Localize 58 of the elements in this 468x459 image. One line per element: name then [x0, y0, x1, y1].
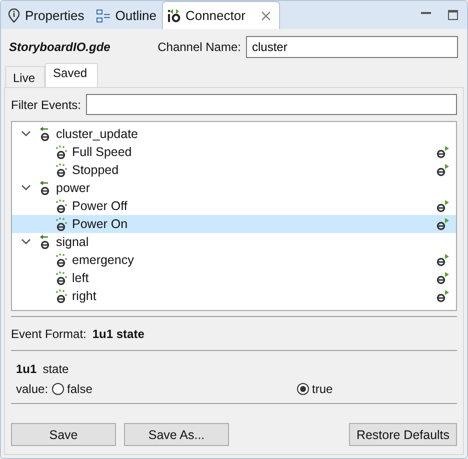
send-event-icon [436, 199, 450, 213]
event-icon [55, 145, 67, 159]
field-name: state [42, 362, 69, 376]
field-label: Event Format: [11, 327, 86, 341]
tree-item[interactable]: cluster_update [56, 127, 138, 141]
file-name: StoryboardIO.gde [9, 40, 110, 54]
send-event-icon [436, 217, 450, 231]
radio-label[interactable]: false [67, 382, 92, 396]
outline-icon [96, 8, 112, 22]
tree-row[interactable]: right [12, 287, 456, 305]
tree-row[interactable]: Power Off [12, 197, 456, 215]
view-tab[interactable]: Outline [90, 2, 162, 29]
tree-row[interactable]: emergency [12, 251, 456, 269]
event-icon [55, 217, 67, 231]
filter-field[interactable] [86, 94, 457, 115]
expand-caret-icon[interactable] [21, 238, 31, 246]
radio-label[interactable]: true [312, 382, 333, 396]
tree-row[interactable]: Power On [12, 215, 456, 233]
tree-row[interactable]: left [12, 269, 456, 287]
connector-icon [167, 8, 182, 23]
tab[interactable]: Saved [45, 63, 98, 87]
field-label: value: [16, 382, 48, 396]
action-button[interactable]: Save [11, 423, 116, 446]
expand-caret-icon[interactable] [21, 130, 31, 138]
minimize-icon [421, 12, 431, 14]
send-event-icon [436, 145, 450, 159]
view-tab[interactable]: Connector [162, 1, 280, 29]
radio-button[interactable] [52, 383, 64, 395]
event-group-icon [39, 235, 51, 249]
channel-name-field[interactable]: cluster [246, 36, 458, 58]
map-pin-icon [7, 8, 21, 23]
event-icon [55, 253, 67, 267]
send-event-icon [436, 289, 450, 303]
tree-item[interactable]: power [56, 181, 90, 195]
action-button[interactable]: Restore Defaults [349, 423, 457, 446]
event-icon [55, 199, 67, 213]
tab[interactable]: Live [5, 66, 46, 87]
event-format-value: 1u1 state [92, 327, 144, 341]
event-group-icon [39, 181, 51, 195]
view-tab[interactable]: Properties [1, 2, 90, 29]
tree-row[interactable]: Stopped [12, 161, 456, 179]
close-icon [261, 10, 272, 20]
event-icon [55, 289, 67, 303]
event-group-icon [39, 127, 51, 141]
field-label: Filter Events: [11, 98, 82, 112]
send-event-icon [436, 163, 450, 177]
action-button[interactable]: Save As... [124, 423, 229, 446]
tree-row[interactable]: Full Speed [12, 143, 456, 161]
tree-item[interactable]: signal [56, 235, 89, 249]
radio-button[interactable] [297, 383, 310, 395]
send-event-icon [436, 271, 450, 285]
field-type: 1u1 [16, 362, 37, 376]
maximize-icon [447, 9, 459, 21]
send-event-icon [436, 253, 450, 267]
event-icon [55, 271, 67, 285]
expand-caret-icon[interactable] [21, 184, 31, 192]
event-icon [55, 163, 67, 177]
field-label: Channel Name: [158, 40, 241, 54]
